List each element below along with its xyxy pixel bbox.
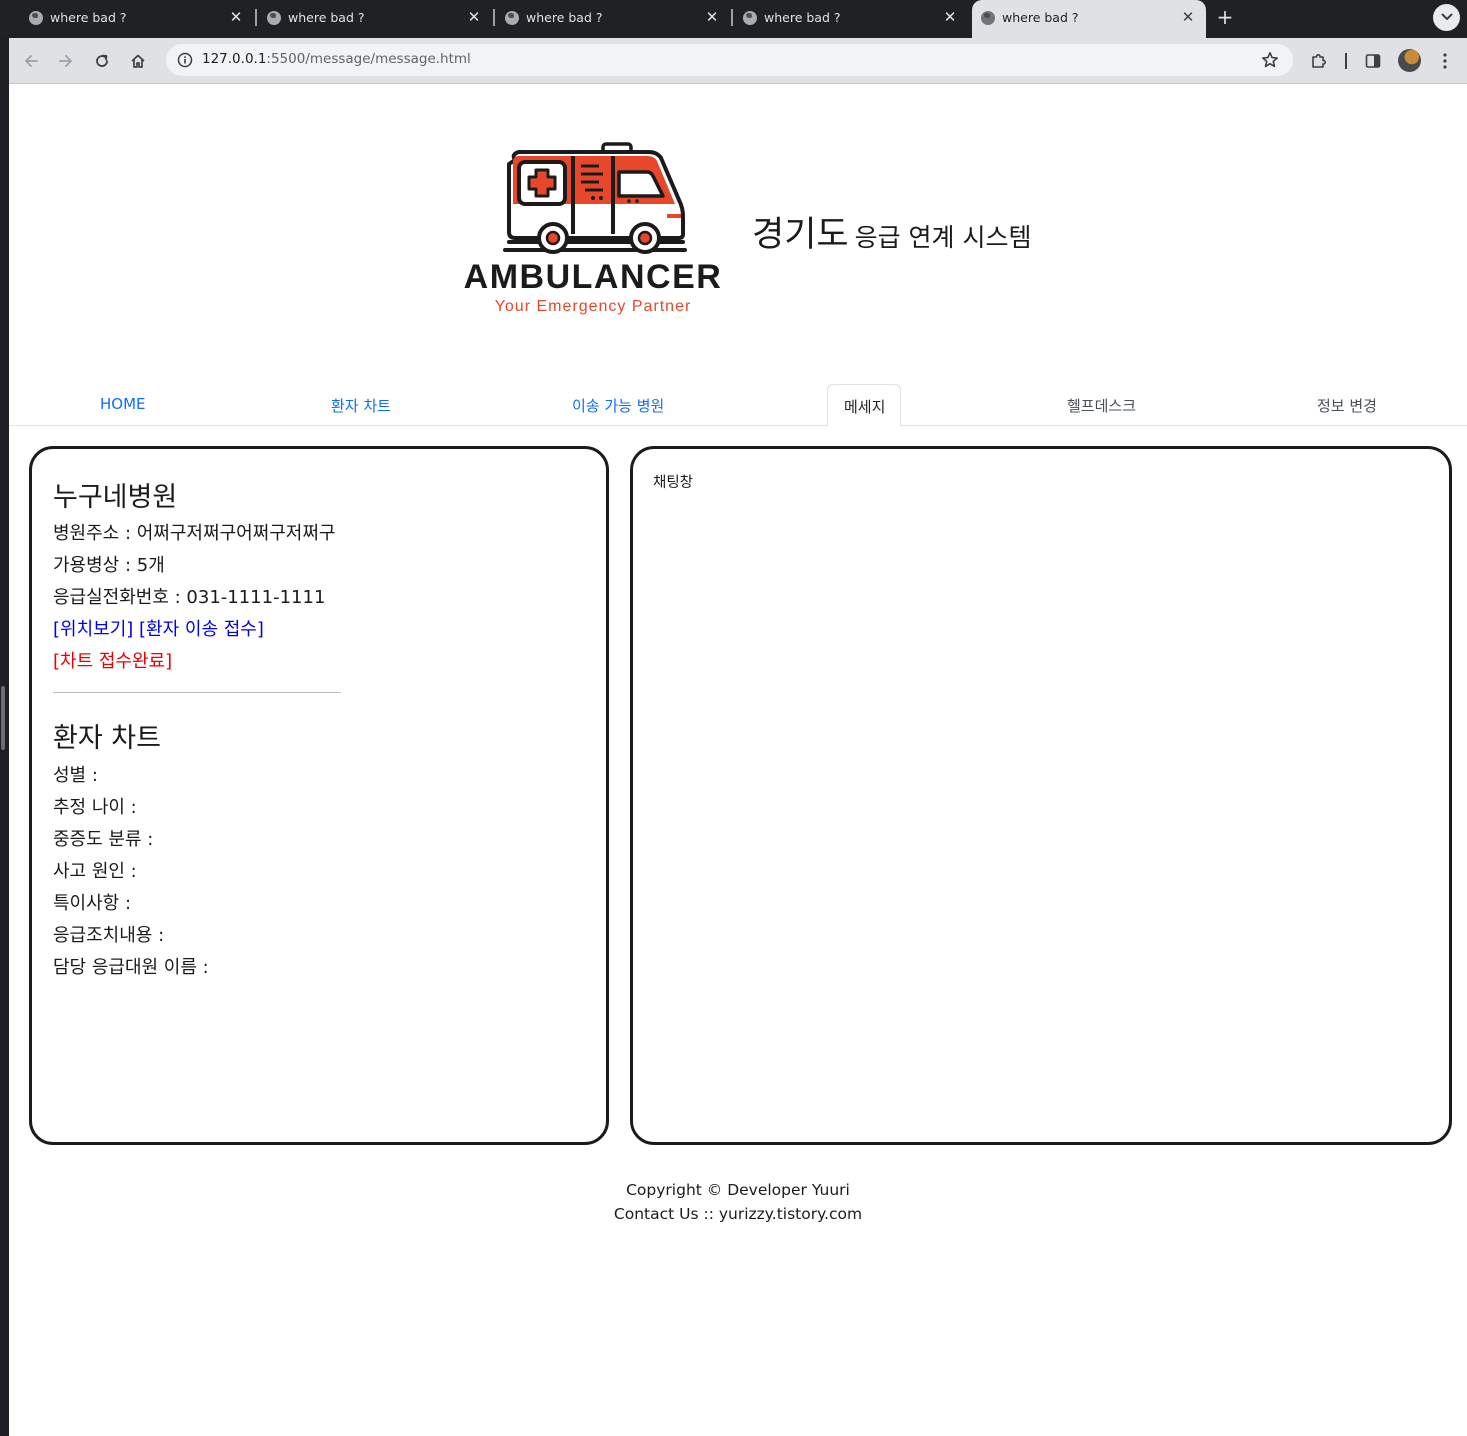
hospital-actions: [위치보기] [환자 이송 접수] — [53, 615, 264, 641]
globe-icon — [29, 11, 43, 25]
window-edge — [0, 0, 9, 1436]
hospital-name: 누구네병원 — [53, 482, 178, 513]
nav-edit-info[interactable]: 정보 변경 — [1317, 395, 1377, 416]
browser-tab[interactable]: where bad ? ✕ — [20, 3, 257, 33]
tab-title: where bad ? — [50, 10, 127, 25]
close-icon[interactable]: ✕ — [1180, 9, 1196, 25]
extensions-button[interactable] — [1307, 49, 1331, 73]
globe-icon — [981, 11, 995, 25]
tab-search-button[interactable] — [1433, 4, 1460, 31]
nav-helpdesk[interactable]: 헬프데스크 — [1067, 395, 1136, 416]
bookmark-button[interactable] — [1259, 49, 1281, 71]
tab-strip: where bad ? ✕ where bad ? ✕ where bad ? … — [0, 0, 1467, 38]
close-icon[interactable]: ✕ — [228, 9, 244, 25]
browser-tab[interactable]: where bad ? ✕ — [258, 3, 495, 33]
divider — [53, 692, 341, 693]
toolbar-divider — [1345, 53, 1347, 69]
site-title: 경기도 응급 연계 시스템 — [752, 206, 1032, 257]
available-beds: 가용병상 : 5개 — [53, 555, 165, 576]
home-button[interactable] — [126, 49, 150, 73]
tab-title: where bad ? — [1002, 10, 1079, 25]
close-icon[interactable]: ✕ — [942, 9, 958, 25]
reload-icon — [96, 54, 108, 67]
browser-menu-button[interactable] — [1433, 49, 1457, 73]
browser-tab-active[interactable]: where bad ? ✕ — [972, 0, 1206, 38]
tab-title: where bad ? — [288, 10, 365, 25]
chart-field-sex: 성별 : — [53, 765, 98, 786]
new-tab-button[interactable]: + — [1213, 6, 1237, 30]
chart-status: [차트 접수완료] — [53, 647, 172, 673]
globe-icon — [505, 11, 519, 25]
web-page: AMBULANCER Your Emergency Partner 경기도 응급 … — [9, 84, 1467, 1436]
chart-received-link[interactable]: [차트 접수완료] — [53, 651, 172, 672]
info-icon — [177, 52, 193, 68]
hospital-address: 병원주소 : 어쩌구저쩌구어쩌구저쩌구 — [53, 523, 336, 544]
arrow-right-icon — [59, 55, 72, 67]
copyright-text: Copyright © Developer Yuuri — [626, 1181, 850, 1199]
address-bar[interactable]: 127.0.0.1:5500/message/message.html — [166, 44, 1293, 76]
close-icon[interactable]: ✕ — [466, 9, 482, 25]
chart-field-first-aid: 응급조치내용 : — [53, 925, 165, 946]
chart-field-severity: 중증도 분류 : — [53, 829, 154, 850]
home-icon — [131, 54, 145, 68]
browser-window: where bad ? ✕ where bad ? ✕ where bad ? … — [0, 0, 1467, 1436]
chart-field-estimated-age: 추정 나이 : — [53, 797, 137, 818]
page-footer: Copyright © Developer Yuuri Contact Us :… — [9, 1178, 1467, 1226]
nav-patient-chart[interactable]: 환자 차트 — [331, 395, 391, 416]
nav-home[interactable]: HOME — [100, 395, 146, 413]
url-text[interactable]: 127.0.0.1:5500/message/message.html — [202, 51, 471, 67]
arrow-left-icon — [25, 55, 38, 67]
patient-transfer-link[interactable]: [환자 이송 접수] — [139, 619, 264, 640]
tab-separator — [493, 9, 495, 26]
browser-toolbar: 127.0.0.1:5500/message/message.html — [9, 38, 1467, 84]
nav-available-hospitals[interactable]: 이송 가능 병원 — [572, 395, 664, 416]
chart-field-notes: 특이사항 : — [53, 893, 132, 914]
url-path: :5500/message/message.html — [266, 51, 471, 67]
logo-tagline: Your Emergency Partner — [494, 298, 692, 315]
site-title-main: 경기도 — [752, 215, 849, 255]
chevron-down-icon — [1441, 13, 1452, 20]
side-panel-icon — [1365, 54, 1381, 68]
profile-avatar[interactable] — [1398, 49, 1421, 72]
nav-message-active-tab[interactable]: 메세지 — [827, 384, 901, 427]
resize-handle[interactable] — [1, 686, 5, 750]
star-icon — [1262, 52, 1278, 68]
chart-field-paramedic-name: 담당 응급대원 이름 : — [53, 957, 209, 978]
close-icon[interactable]: ✕ — [704, 9, 720, 25]
chat-window-label: 채팅창 — [653, 475, 694, 491]
main-nav: HOME 환자 차트 이송 가능 병원 메세지 헬프데스크 정보 변경 — [9, 384, 1467, 427]
patient-chart-title: 환자 차트 — [53, 723, 161, 754]
view-location-link[interactable]: [위치보기] — [53, 619, 133, 640]
chart-field-cause: 사고 원인 : — [53, 861, 137, 882]
chat-panel[interactable]: 채팅창 — [630, 446, 1452, 1145]
forward-button[interactable] — [54, 49, 78, 73]
globe-icon — [743, 11, 757, 25]
contact-text: Contact Us :: yurizzy.tistory.com — [613, 1205, 863, 1223]
globe-icon — [267, 11, 281, 25]
browser-tab[interactable]: where bad ? ✕ — [496, 3, 733, 33]
site-logo[interactable]: AMBULANCER Your Emergency Partner — [453, 142, 743, 322]
nav-message: 메세지 — [844, 398, 886, 416]
site-info-button[interactable] — [174, 49, 196, 71]
er-phone: 응급실전화번호 : 031-1111-1111 — [53, 587, 326, 608]
tab-title: where bad ? — [526, 10, 603, 25]
site-title-sub: 응급 연계 시스템 — [854, 223, 1032, 252]
logo-wordmark: AMBULANCER — [463, 258, 723, 296]
browser-tab[interactable]: where bad ? ✕ — [734, 3, 969, 33]
url-host: 127.0.0.1 — [202, 51, 267, 67]
reload-button[interactable] — [90, 49, 114, 73]
tab-separator — [731, 9, 733, 26]
hospital-info-panel: 누구네병원 병원주소 : 어쩌구저쩌구어쩌구저쩌구 가용병상 : 5개 응급실전… — [29, 446, 609, 1145]
back-button[interactable] — [19, 49, 43, 73]
side-panel-button[interactable] — [1361, 49, 1385, 73]
tab-separator — [255, 9, 257, 26]
ambulance-icon — [503, 142, 687, 254]
more-vertical-icon — [1443, 53, 1447, 69]
tab-title: where bad ? — [764, 10, 841, 25]
puzzle-icon — [1312, 54, 1326, 68]
